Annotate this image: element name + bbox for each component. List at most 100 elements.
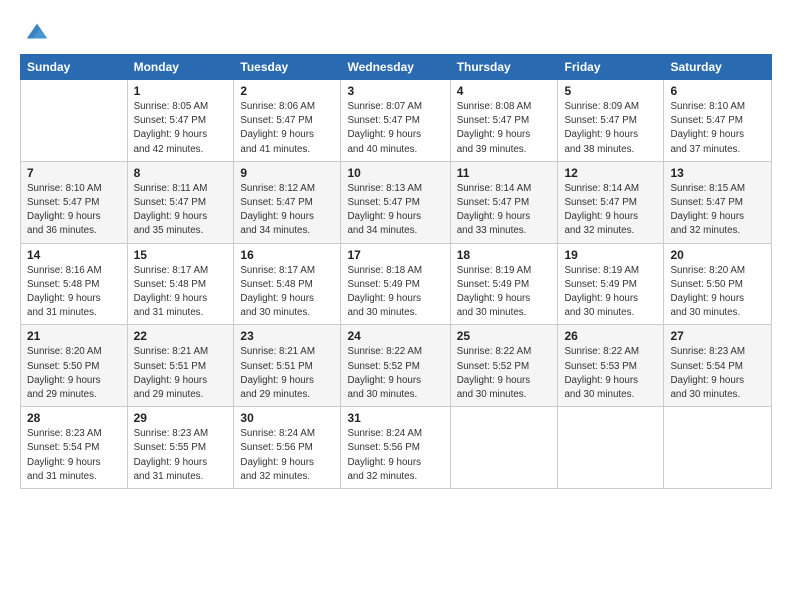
day-header-thursday: Thursday [450,55,558,80]
day-info: Sunrise: 8:23 AMSunset: 5:55 PMDaylight:… [134,427,228,484]
day-number: 27 [670,329,765,343]
calendar-cell: 22Sunrise: 8:21 AMSunset: 5:51 PMDayligh… [127,325,234,407]
day-number: 4 [457,84,552,98]
calendar-cell: 28 Sunrise: 8:23 AMSunset: 5:54 PMDayligh… [21,407,128,489]
day-number: 24 [347,329,443,343]
day-number: 7 [27,166,121,180]
day-info: Sunrise: 8:08 AMSunset: 5:47 PMDaylight:… [457,100,552,157]
day-number: 5 [564,84,657,98]
day-info: Sunrise: 8:19 AMSunset: 5:49 PMDaylight:… [564,264,657,321]
day-info: Sunrise: 8:22 AMSunset: 5:52 PMDaylight:… [457,345,552,402]
day-number: 16 [240,248,334,262]
day-header-friday: Friday [558,55,664,80]
calendar-cell: 17 Sunrise: 8:18 AMSunset: 5:49 PMDayligh… [341,243,450,325]
calendar-cell: 16 Sunrise: 8:17 AMSunset: 5:48 PMDayligh… [234,243,341,325]
day-info: Sunrise: 8:19 AMSunset: 5:49 PMDaylight:… [457,264,552,321]
calendar-week-row: 21 Sunrise: 8:20 AMSunset: 5:50 PMDayligh… [21,325,772,407]
day-info: Sunrise: 8:10 AMSunset: 5:47 PMDaylight:… [670,100,765,157]
day-info: Sunrise: 8:21 AMSunset: 5:51 PMDaylight:… [240,345,334,402]
calendar-week-row: 14 Sunrise: 8:16 AMSunset: 5:48 PMDayligh… [21,243,772,325]
calendar-cell: 25 Sunrise: 8:22 AMSunset: 5:52 PMDayligh… [450,325,558,407]
day-info: Sunrise: 8:24 AMSunset: 5:56 PMDaylight:… [240,427,334,484]
calendar-cell: 14 Sunrise: 8:16 AMSunset: 5:48 PMDayligh… [21,243,128,325]
day-header-monday: Monday [127,55,234,80]
calendar-cell: 7 Sunrise: 8:10 AMSunset: 5:47 PMDaylight… [21,161,128,243]
day-number: 1 [134,84,228,98]
day-number: 25 [457,329,552,343]
calendar-table: SundayMondayTuesdayWednesdayThursdayFrid… [20,54,772,489]
day-info: Sunrise: 8:14 AMSunset: 5:47 PMDaylight:… [457,182,552,239]
calendar-cell: 4 Sunrise: 8:08 AMSunset: 5:47 PMDaylight… [450,80,558,162]
day-number: 11 [457,166,552,180]
day-header-sunday: Sunday [21,55,128,80]
day-number: 22 [134,329,228,343]
calendar-cell: 23 Sunrise: 8:21 AMSunset: 5:51 PMDayligh… [234,325,341,407]
day-number: 17 [347,248,443,262]
calendar-week-row: 28 Sunrise: 8:23 AMSunset: 5:54 PMDayligh… [21,407,772,489]
calendar-cell: 24 Sunrise: 8:22 AMSunset: 5:52 PMDayligh… [341,325,450,407]
calendar-cell: 21 Sunrise: 8:20 AMSunset: 5:50 PMDayligh… [21,325,128,407]
day-info: Sunrise: 8:23 AMSunset: 5:54 PMDaylight:… [670,345,765,402]
calendar-cell: 2 Sunrise: 8:06 AMSunset: 5:47 PMDaylight… [234,80,341,162]
day-info: Sunrise: 8:11 AMSunset: 5:47 PMDaylight:… [134,182,228,239]
day-number: 6 [670,84,765,98]
day-header-saturday: Saturday [664,55,772,80]
day-info: Sunrise: 8:06 AMSunset: 5:47 PMDaylight:… [240,100,334,157]
day-header-wednesday: Wednesday [341,55,450,80]
calendar-cell: 19 Sunrise: 8:19 AMSunset: 5:49 PMDayligh… [558,243,664,325]
day-number: 9 [240,166,334,180]
day-number: 20 [670,248,765,262]
calendar-cell: 15 Sunrise: 8:17 AMSunset: 5:48 PMDayligh… [127,243,234,325]
day-info: Sunrise: 8:23 AMSunset: 5:54 PMDaylight:… [27,427,121,484]
day-number: 3 [347,84,443,98]
day-info: Sunrise: 8:20 AMSunset: 5:50 PMDaylight:… [27,345,121,402]
calendar-cell: 5 Sunrise: 8:09 AMSunset: 5:47 PMDaylight… [558,80,664,162]
calendar-cell: 1 Sunrise: 8:05 AMSunset: 5:47 PMDaylight… [127,80,234,162]
calendar-cell [558,407,664,489]
day-info: Sunrise: 8:12 AMSunset: 5:47 PMDaylight:… [240,182,334,239]
calendar-cell: 30 Sunrise: 8:24 AMSunset: 5:56 PMDayligh… [234,407,341,489]
calendar-cell: 20 Sunrise: 8:20 AMSunset: 5:50 PMDayligh… [664,243,772,325]
calendar-cell: 11 Sunrise: 8:14 AMSunset: 5:47 PMDayligh… [450,161,558,243]
calendar-cell [450,407,558,489]
day-info: Sunrise: 8:09 AMSunset: 5:47 PMDaylight:… [564,100,657,157]
day-number: 21 [27,329,121,343]
calendar-cell: 18Sunrise: 8:19 AMSunset: 5:49 PMDayligh… [450,243,558,325]
calendar-cell: 29Sunrise: 8:23 AMSunset: 5:55 PMDayligh… [127,407,234,489]
calendar-cell: 9 Sunrise: 8:12 AMSunset: 5:47 PMDaylight… [234,161,341,243]
calendar-week-row: 1 Sunrise: 8:05 AMSunset: 5:47 PMDaylight… [21,80,772,162]
day-number: 13 [670,166,765,180]
day-number: 10 [347,166,443,180]
calendar-header-row: SundayMondayTuesdayWednesdayThursdayFrid… [21,55,772,80]
day-info: Sunrise: 8:22 AMSunset: 5:53 PMDaylight:… [564,345,657,402]
logo-icon [23,18,51,46]
day-info: Sunrise: 8:17 AMSunset: 5:48 PMDaylight:… [240,264,334,321]
calendar-body: 1 Sunrise: 8:05 AMSunset: 5:47 PMDaylight… [21,80,772,489]
day-number: 2 [240,84,334,98]
calendar-cell: 3 Sunrise: 8:07 AMSunset: 5:47 PMDaylight… [341,80,450,162]
day-header-tuesday: Tuesday [234,55,341,80]
calendar-cell: 6 Sunrise: 8:10 AMSunset: 5:47 PMDaylight… [664,80,772,162]
day-info: Sunrise: 8:17 AMSunset: 5:48 PMDaylight:… [134,264,228,321]
day-info: Sunrise: 8:16 AMSunset: 5:48 PMDaylight:… [27,264,121,321]
day-info: Sunrise: 8:20 AMSunset: 5:50 PMDaylight:… [670,264,765,321]
calendar-cell: 31 Sunrise: 8:24 AMSunset: 5:56 PMDayligh… [341,407,450,489]
calendar-week-row: 7 Sunrise: 8:10 AMSunset: 5:47 PMDaylight… [21,161,772,243]
calendar-cell: 27 Sunrise: 8:23 AMSunset: 5:54 PMDayligh… [664,325,772,407]
day-number: 19 [564,248,657,262]
day-info: Sunrise: 8:14 AMSunset: 5:47 PMDaylight:… [564,182,657,239]
day-info: Sunrise: 8:05 AMSunset: 5:47 PMDaylight:… [134,100,228,157]
day-number: 26 [564,329,657,343]
day-number: 14 [27,248,121,262]
day-number: 28 [27,411,121,425]
day-number: 30 [240,411,334,425]
day-number: 23 [240,329,334,343]
calendar-cell: 13Sunrise: 8:15 AMSunset: 5:47 PMDayligh… [664,161,772,243]
day-info: Sunrise: 8:18 AMSunset: 5:49 PMDaylight:… [347,264,443,321]
day-info: Sunrise: 8:22 AMSunset: 5:52 PMDaylight:… [347,345,443,402]
day-info: Sunrise: 8:10 AMSunset: 5:47 PMDaylight:… [27,182,121,239]
day-info: Sunrise: 8:07 AMSunset: 5:47 PMDaylight:… [347,100,443,157]
day-number: 15 [134,248,228,262]
day-info: Sunrise: 8:24 AMSunset: 5:56 PMDaylight:… [347,427,443,484]
day-number: 31 [347,411,443,425]
